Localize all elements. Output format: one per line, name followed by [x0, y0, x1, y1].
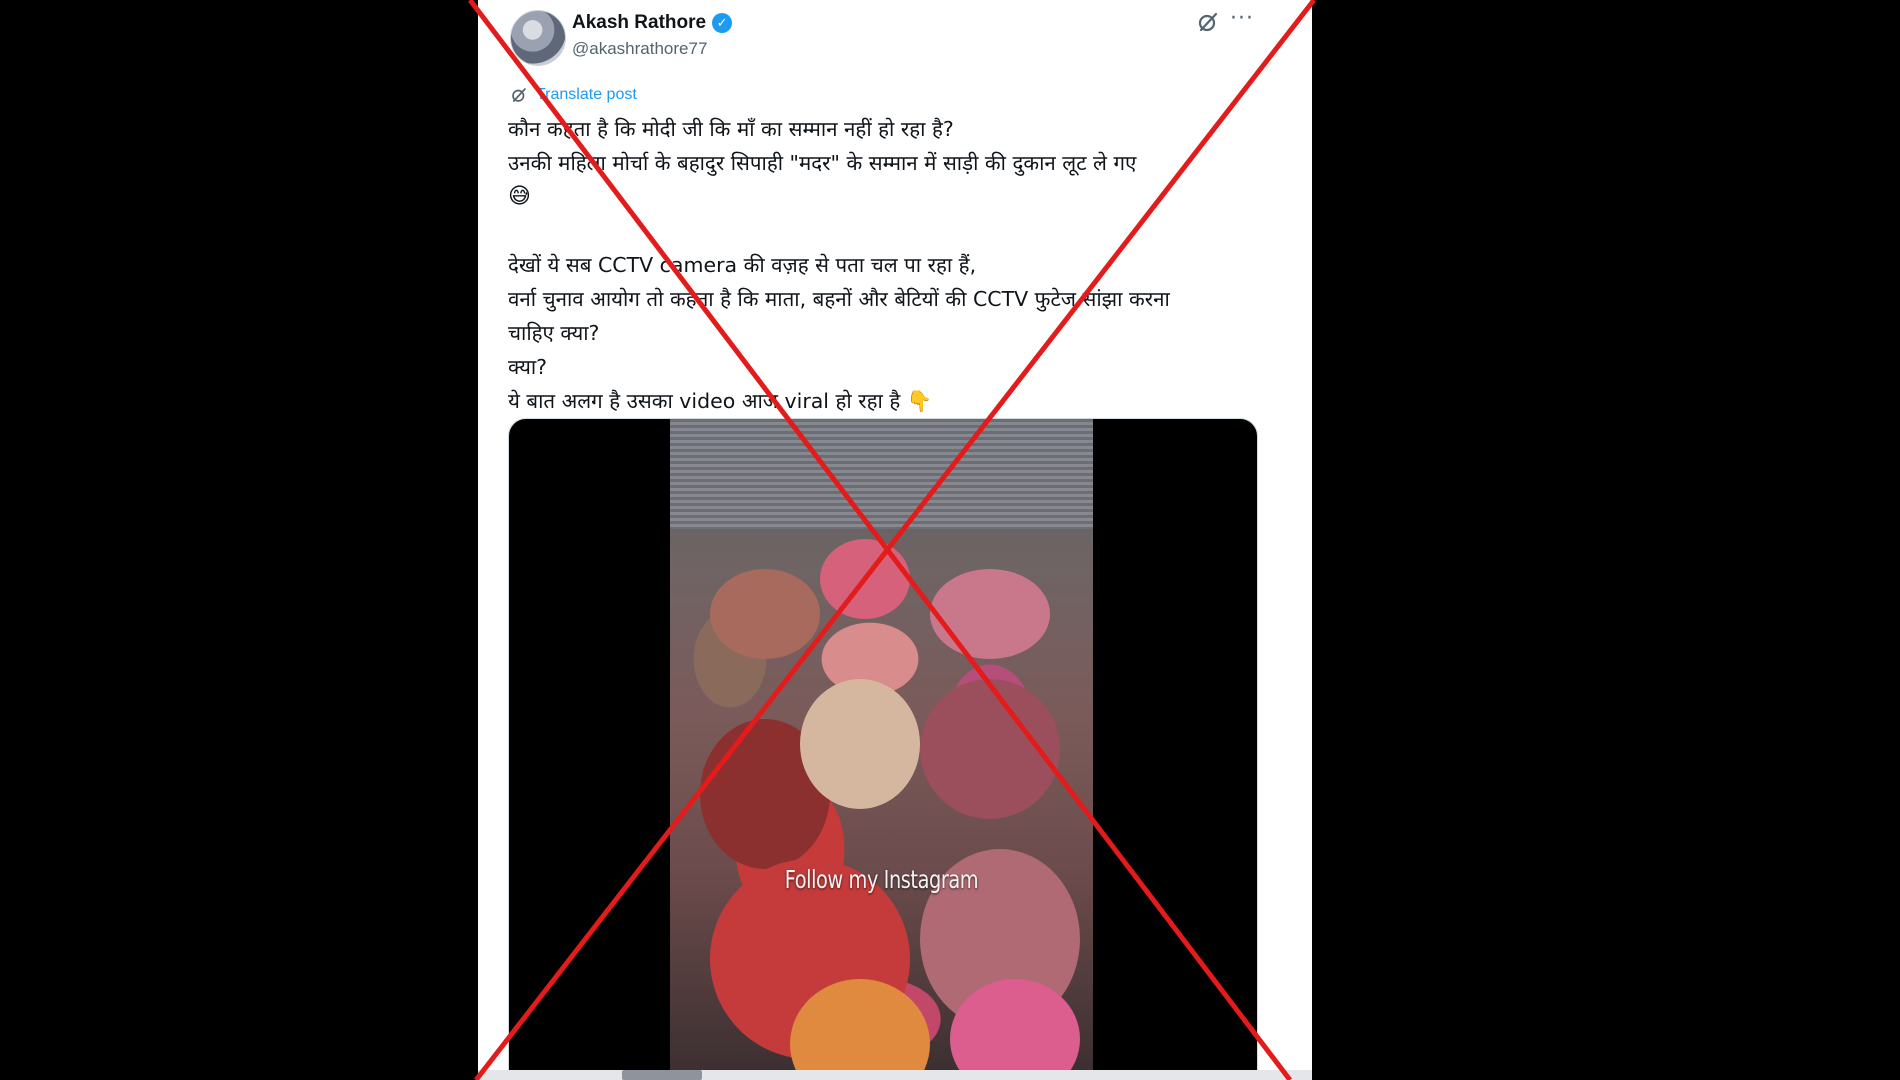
scrollbar-thumb[interactable]	[622, 1070, 702, 1080]
crowd-figure	[820, 539, 910, 619]
translate-post-link[interactable]: Translate post	[510, 86, 637, 104]
post-text-line: क्या?	[508, 355, 548, 379]
post-text-blank	[508, 214, 1288, 248]
post-text-emoji: 😅	[508, 184, 531, 209]
post-text-line: उनकी महिला मोर्चा के बहादुर सिपाही "मदर"…	[508, 151, 1137, 175]
post-text-line: देखों ये सब CCTV camera की वज़ह से पता च…	[508, 253, 977, 277]
horizontal-scrollbar[interactable]	[478, 1070, 1312, 1080]
post-text-line: ये बात अलग है उसका video आज viral हो रहा…	[508, 389, 933, 413]
post-text-line: कौन कहता है कि मोदी जी कि माँ का सम्मान …	[508, 117, 954, 141]
post-text-line: चाहिए क्या?	[508, 321, 600, 345]
translate-post-label: Translate post	[536, 86, 637, 103]
crowd-figure	[920, 679, 1060, 819]
crowd-figure	[930, 569, 1050, 659]
translate-icon	[512, 88, 526, 102]
author-handle[interactable]: @akashrathore77	[572, 39, 707, 59]
author-row: Akash Rathore ✓	[572, 12, 733, 34]
grok-icon[interactable]	[1196, 10, 1220, 34]
verified-badge-icon: ✓	[712, 13, 733, 33]
post-text-line: वर्ना चुनाव आयोग तो कहता है कि माता, बहन…	[508, 287, 1170, 311]
post-video[interactable]: Follow my Instagram	[508, 418, 1258, 1080]
more-options-icon[interactable]: ···	[1230, 6, 1254, 31]
video-watermark: Follow my Instagram	[784, 865, 979, 894]
author-name[interactable]: Akash Rathore	[572, 12, 706, 34]
video-frame[interactable]: Follow my Instagram	[670, 419, 1093, 1080]
post-text: कौन कहता है कि मोदी जी कि माँ का सम्मान …	[508, 112, 1288, 418]
crowd-figure	[800, 679, 920, 809]
crowd-figure	[710, 569, 820, 659]
post-card: Akash Rathore ✓ @akashrathore77 ··· Tran…	[478, 0, 1312, 1080]
avatar[interactable]	[510, 10, 566, 66]
shop-shutter	[670, 419, 1093, 529]
